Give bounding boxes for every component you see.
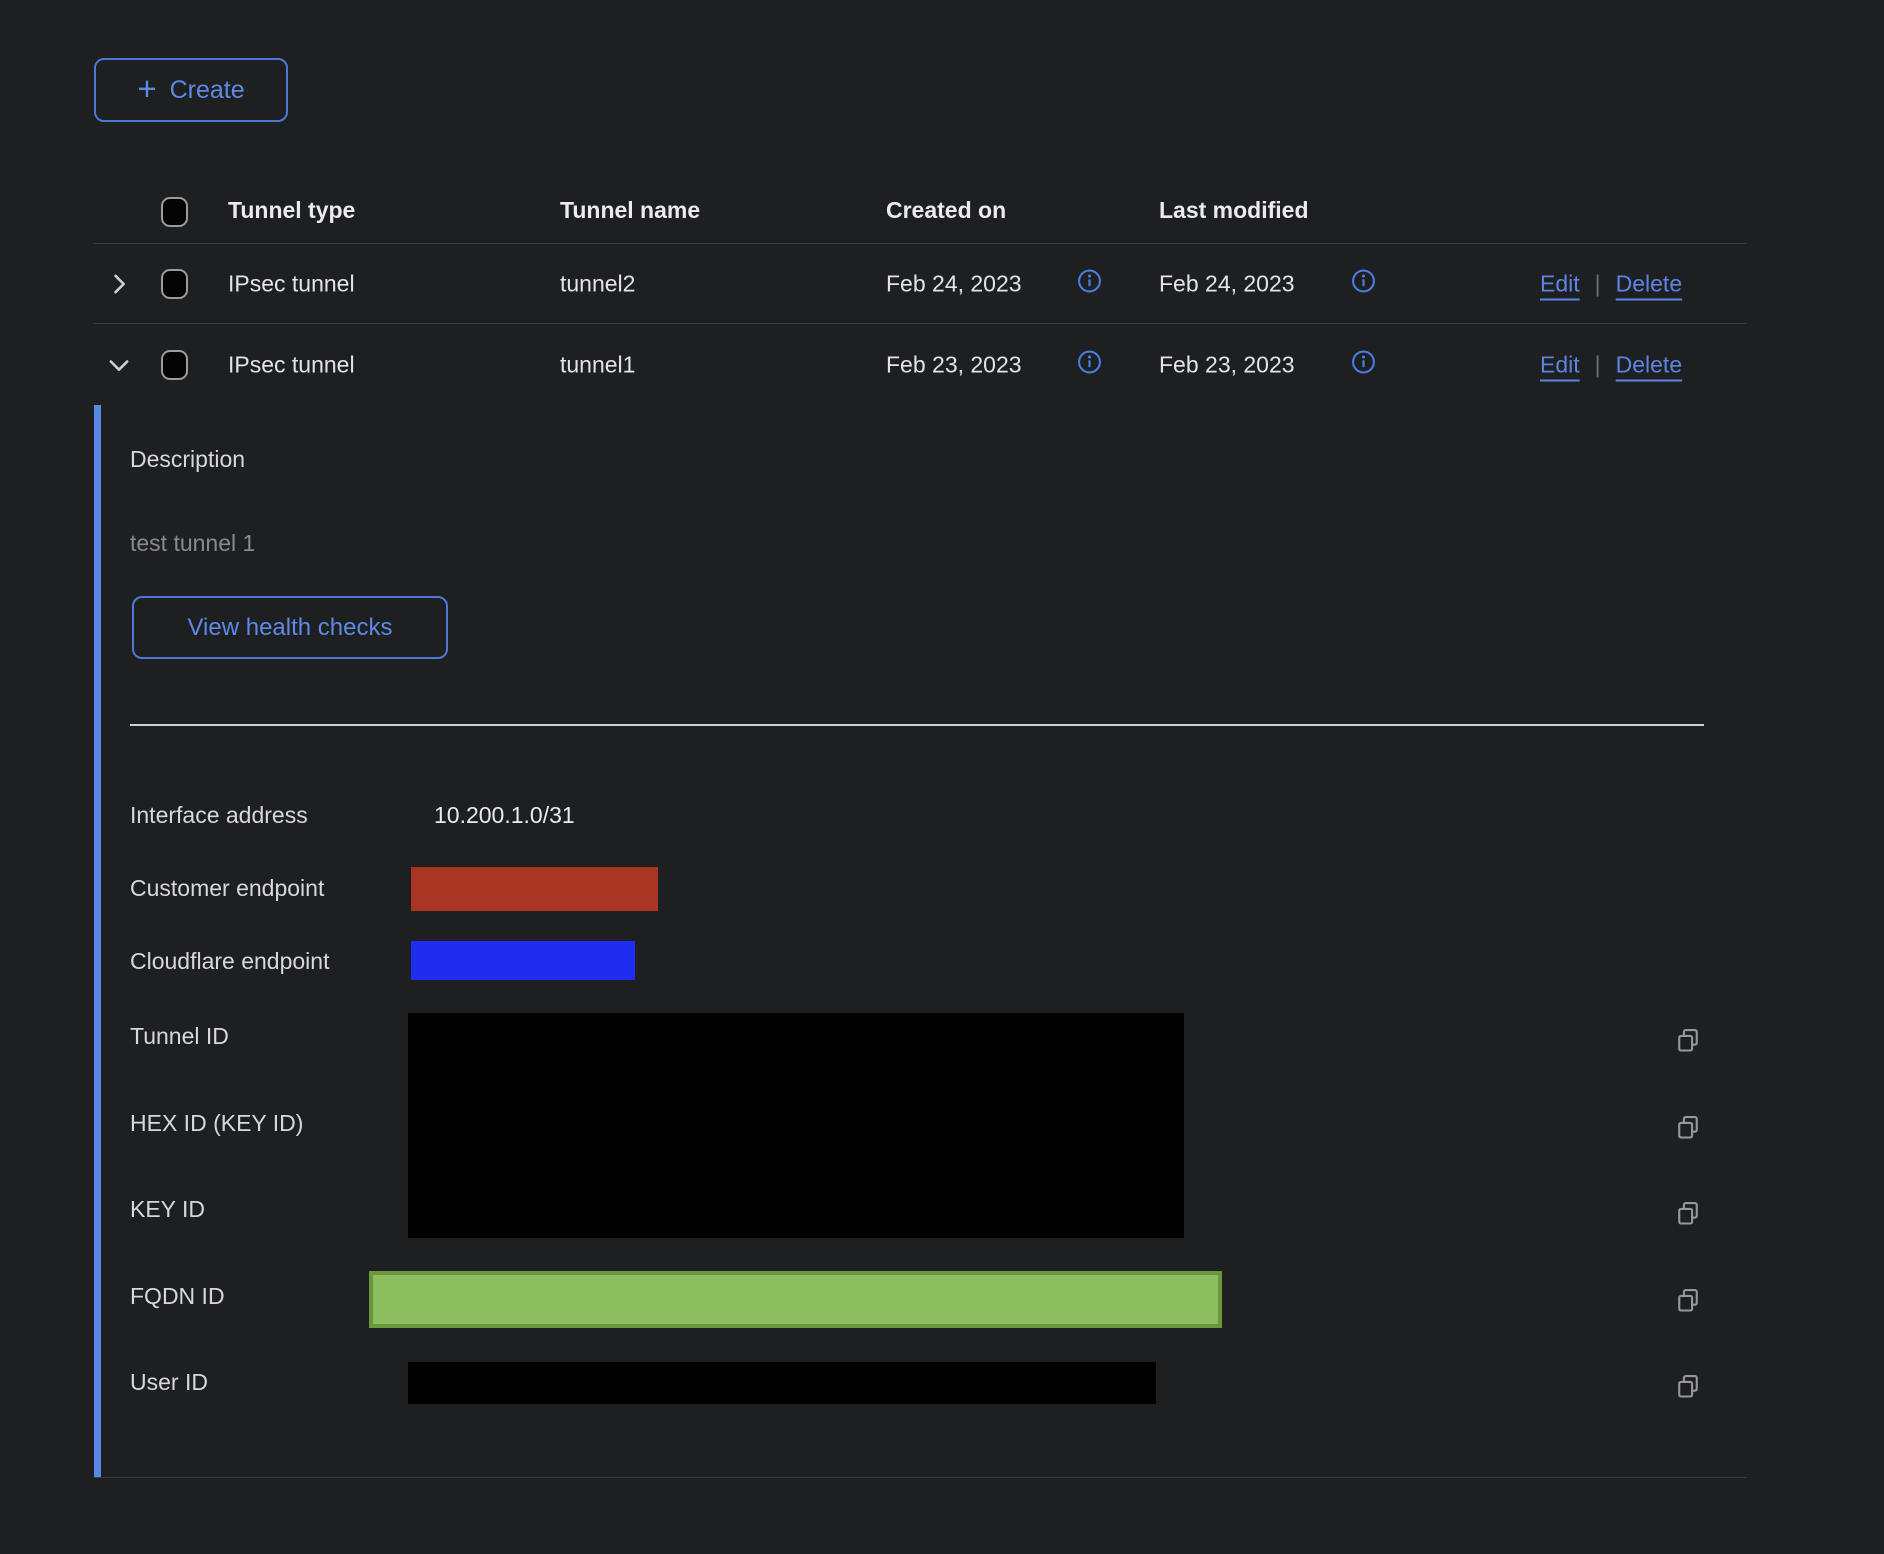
description-value: test tunnel 1 bbox=[130, 530, 255, 557]
copy-key-id-button[interactable] bbox=[1674, 1199, 1702, 1227]
interface-address-value: 10.200.1.0/31 bbox=[434, 802, 575, 829]
modified-info-icon[interactable] bbox=[1351, 349, 1376, 380]
interface-address-label: Interface address bbox=[130, 802, 308, 829]
copy-icon bbox=[1674, 1129, 1702, 1144]
created-info-icon[interactable] bbox=[1077, 268, 1102, 299]
cloudflare-endpoint-label: Cloudflare endpoint bbox=[130, 948, 329, 975]
description-label: Description bbox=[130, 446, 245, 473]
copy-fqdn-id-button[interactable] bbox=[1674, 1286, 1702, 1314]
create-button[interactable]: + Create bbox=[94, 58, 288, 122]
key-id-label: KEY ID bbox=[130, 1196, 205, 1223]
tunnel-details-panel: Description test tunnel 1 View health ch… bbox=[94, 405, 1747, 1478]
edit-link[interactable]: Edit bbox=[1540, 270, 1580, 297]
action-separator: | bbox=[1595, 351, 1601, 378]
tunnel-type-cell: IPsec tunnel bbox=[228, 270, 355, 297]
copy-hex-id-button[interactable] bbox=[1674, 1113, 1702, 1141]
collapse-row-button[interactable] bbox=[105, 351, 133, 379]
created-info-icon[interactable] bbox=[1077, 349, 1102, 380]
header-tunnel-type: Tunnel type bbox=[228, 197, 355, 224]
delete-link[interactable]: Delete bbox=[1616, 351, 1682, 378]
copy-user-id-button[interactable] bbox=[1674, 1372, 1702, 1400]
header-last-modified: Last modified bbox=[1159, 197, 1309, 224]
copy-icon bbox=[1674, 1042, 1702, 1057]
fqdn-id-label: FQDN ID bbox=[130, 1283, 225, 1310]
row-checkbox[interactable] bbox=[161, 350, 188, 380]
copy-tunnel-id-button[interactable] bbox=[1674, 1026, 1702, 1054]
plus-icon: + bbox=[137, 72, 156, 105]
last-modified-cell: Feb 24, 2023 bbox=[1159, 270, 1295, 297]
created-on-cell: Feb 24, 2023 bbox=[886, 270, 1022, 297]
customer-endpoint-label: Customer endpoint bbox=[130, 875, 324, 902]
chevron-down-icon bbox=[105, 367, 133, 382]
header-tunnel-name: Tunnel name bbox=[560, 197, 700, 224]
delete-link[interactable]: Delete bbox=[1616, 270, 1682, 297]
edit-link[interactable]: Edit bbox=[1540, 351, 1580, 378]
last-modified-cell: Feb 23, 2023 bbox=[1159, 351, 1295, 378]
user-id-label: User ID bbox=[130, 1369, 208, 1396]
chevron-right-icon bbox=[105, 286, 133, 301]
create-button-label: Create bbox=[170, 76, 245, 105]
view-health-checks-button[interactable]: View health checks bbox=[132, 596, 448, 659]
table-row: IPsec tunnel tunnel1 Feb 23, 2023 Feb 23… bbox=[94, 324, 1747, 405]
user-id-redacted-value bbox=[408, 1362, 1156, 1404]
created-on-cell: Feb 23, 2023 bbox=[886, 351, 1022, 378]
copy-icon bbox=[1674, 1302, 1702, 1317]
table-row: IPsec tunnel tunnel2 Feb 24, 2023 Feb 24… bbox=[94, 244, 1747, 324]
expand-row-button[interactable] bbox=[105, 270, 133, 298]
copy-icon bbox=[1674, 1388, 1702, 1403]
fqdn-id-redacted-value bbox=[369, 1271, 1222, 1328]
hex-id-label: HEX ID (KEY ID) bbox=[130, 1110, 303, 1137]
tunnel-type-cell: IPsec tunnel bbox=[228, 351, 355, 378]
select-all-checkbox[interactable] bbox=[161, 197, 188, 227]
header-created-on: Created on bbox=[886, 197, 1006, 224]
tunnel-id-label: Tunnel ID bbox=[130, 1023, 229, 1050]
customer-endpoint-redacted-value bbox=[411, 867, 658, 911]
tunnel-name-cell: tunnel2 bbox=[560, 270, 635, 297]
expanded-row-accent-bar bbox=[94, 405, 101, 1477]
modified-info-icon[interactable] bbox=[1351, 268, 1376, 299]
ids-redacted-values bbox=[408, 1013, 1184, 1238]
tunnel-name-cell: tunnel1 bbox=[560, 351, 635, 378]
cloudflare-endpoint-redacted-value bbox=[411, 941, 635, 980]
tunnels-table: Tunnel type Tunnel name Created on Last … bbox=[94, 152, 1747, 1478]
copy-icon bbox=[1674, 1215, 1702, 1230]
section-divider bbox=[130, 724, 1704, 726]
tunnels-page: + Create Tunnel type Tunnel name Created… bbox=[0, 0, 1884, 1554]
row-checkbox[interactable] bbox=[161, 269, 188, 299]
table-header-row: Tunnel type Tunnel name Created on Last … bbox=[94, 152, 1747, 244]
action-separator: | bbox=[1595, 270, 1601, 297]
